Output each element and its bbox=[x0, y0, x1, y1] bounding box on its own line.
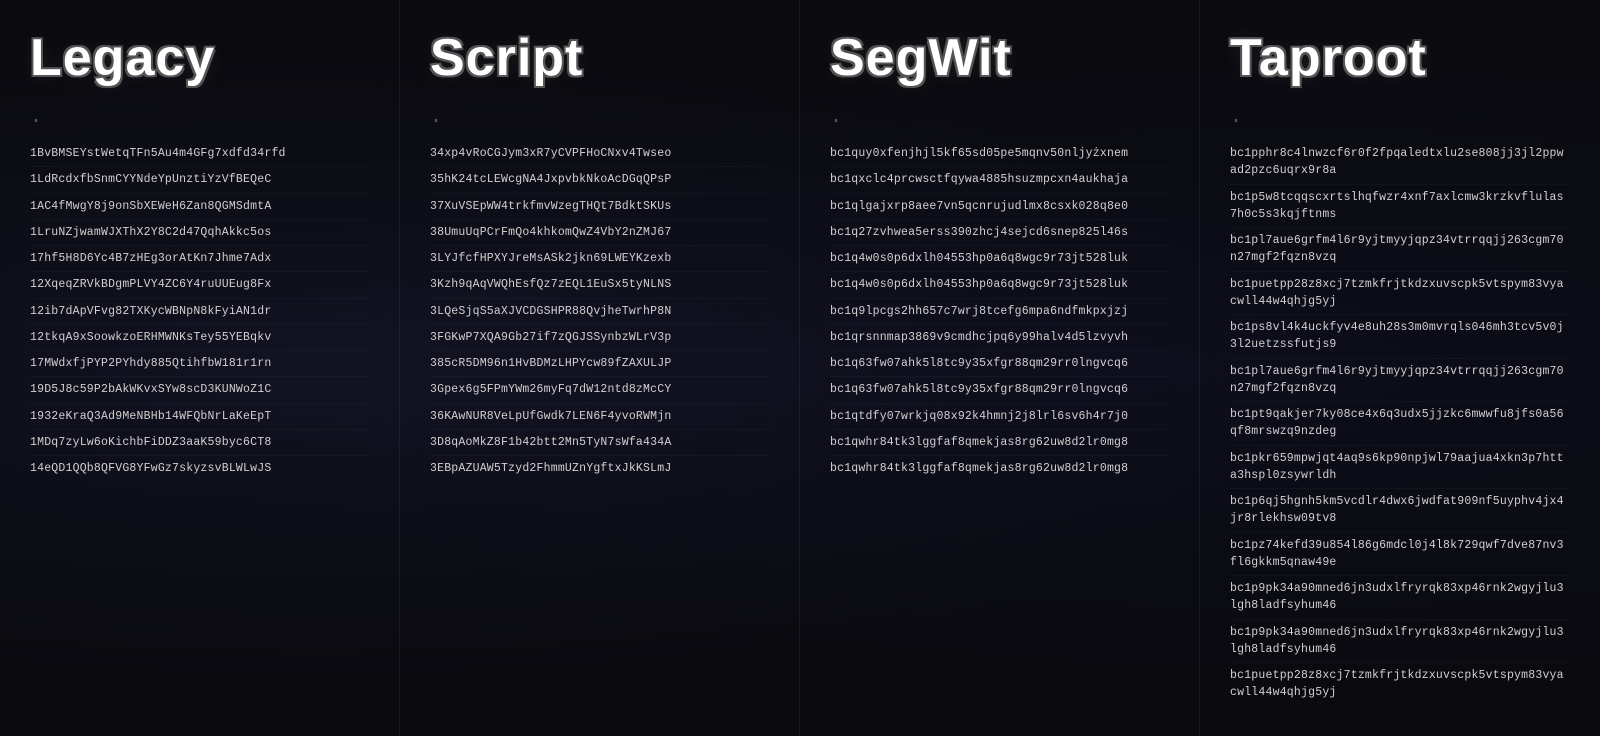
legacy-address-list: 1BvBMSEYstWetqTFn5Au4m4GFg7xdfd34rfd1LdR… bbox=[30, 141, 369, 481]
script-address-list: 34xp4vRoCGJym3xR7yCVPFHoCNxv4Twseo35hK24… bbox=[430, 141, 769, 481]
address-item: bc1qwhr84tk3lggfaf8qmekjas8rg62uw8d2lr0m… bbox=[830, 456, 1169, 481]
taproot-title-wrap: Taproot bbox=[1230, 30, 1570, 133]
address-item: bc1pl7aue6grfm4l6r9yjtmyyjqpz34vtrrqqjj2… bbox=[1230, 359, 1570, 403]
address-item: 3FGKwP7XQA9Gb27if7zQGJSSynbzWLrV3p bbox=[430, 325, 769, 351]
address-item: 38UmuUqPCrFmQo4khkomQwZ4VbY2nZMJ67 bbox=[430, 220, 769, 246]
address-item: bc1qrsnnmap3869v9cmdhcjpq6y99halv4d5lzvy… bbox=[830, 325, 1169, 351]
address-item: 19D5J8c59P2bAkWKvxSYw8scD3KUNWoZ1C bbox=[30, 377, 369, 403]
address-item: bc1quy0xfenjhjl5kf65sd05pe5mqnv50nljyżxn… bbox=[830, 141, 1169, 167]
address-item: 12tkqA9xSoowkzoERHMWNKsTey55YEBqkv bbox=[30, 325, 369, 351]
address-item: bc1qtdfy07wrkjq08x92k4hmnj2j8lrl6sv6h4r7… bbox=[830, 404, 1169, 430]
address-item: bc1qwhr84tk3lggfaf8qmekjas8rg62uw8d2lr0m… bbox=[830, 430, 1169, 456]
column-taproot: Taproot bc1pphr8c4lnwzcf6r0f2fpqaledtxlu2… bbox=[1200, 0, 1600, 736]
address-item: bc1p9pk34a90mned6jn3udxlfryrqk83xp46rnk2… bbox=[1230, 620, 1570, 664]
address-item: bc1puetpp28z8xcj7tzmkfrjtkdzxuvscpk5vtsp… bbox=[1230, 663, 1570, 706]
address-item: bc1q9lpcgs2hh657c7wrj8tcefg6mpa6ndfmkpxj… bbox=[830, 299, 1169, 325]
address-item: bc1pl7aue6grfm4l6r9yjtmyyjqpz34vtrrqqjj2… bbox=[1230, 228, 1570, 272]
column-segwit: SegWit bc1quy0xfenjhjl5kf65sd05pe5mqnv50n… bbox=[800, 0, 1200, 736]
address-item: bc1q4w0s0p6dxlh04553hp0a6q8wgc9r73jt528l… bbox=[830, 246, 1169, 272]
address-item: bc1q4w0s0p6dxlh04553hp0a6q8wgc9r73jt528l… bbox=[830, 272, 1169, 298]
address-item: 17hf5H8D6Yc4B7zHEg3orAtKn7Jhme7Adx bbox=[30, 246, 369, 272]
address-item: bc1ps8vl4k4uckfyv4e8uh28s3m0mvrqls046mh3… bbox=[1230, 315, 1570, 359]
address-item: bc1puetpp28z8xcj7tzmkfrjtkdzxuvscpk5vtsp… bbox=[1230, 272, 1570, 316]
address-item: 3EBpAZUAW5Tzyd2FhmmUZnYgftxJkKSLmJ bbox=[430, 456, 769, 481]
address-item: 17MWdxfjPYP2PYhdy885QtihfbW181r1rn bbox=[30, 351, 369, 377]
address-item: 12ib7dApVFvg82TXKycWBNpN8kFyiAN1dr bbox=[30, 299, 369, 325]
address-item: 1AC4fMwgY8j9onSbXEWeH6Zan8QGMSdmtA bbox=[30, 194, 369, 220]
address-item: 3Kzh9qAqVWQhEsfQz7zEQL1EuSx5tyNLNS bbox=[430, 272, 769, 298]
segwit-title-wrap: SegWit bbox=[830, 30, 1169, 133]
address-item: bc1p5w8tcqqscxrtslhqfwzr4xnf7axlcmw3krzk… bbox=[1230, 185, 1570, 229]
address-item: 3Gpex6g5FPmYWm26myFq7dW12ntd8zMcCY bbox=[430, 377, 769, 403]
script-title-wrap: Script bbox=[430, 30, 769, 133]
address-item: 12XqeqZRVkBDgmPLVY4ZC6Y4ruUUEug8Fx bbox=[30, 272, 369, 298]
address-item: 1MDq7zyLw6oKichbFiDDZ3aaK59byc6CT8 bbox=[30, 430, 369, 456]
address-item: 385cR5DM96n1HvBDMzLHPYcw89fZAXULJP bbox=[430, 351, 769, 377]
address-item: 1BvBMSEYstWetqTFn5Au4m4GFg7xdfd34rfd bbox=[30, 141, 369, 167]
address-item: bc1qxclc4prcwsctfqywa4885hsuzmpcxn4aukha… bbox=[830, 167, 1169, 193]
segwit-address-list: bc1quy0xfenjhjl5kf65sd05pe5mqnv50nljyżxn… bbox=[830, 141, 1169, 481]
address-item: 37XuVSEpWW4trkfmvWzegTHQt7BdktSKUs bbox=[430, 194, 769, 220]
address-item: bc1pphr8c4lnwzcf6r0f2fpqaledtxlu2se808jj… bbox=[1230, 141, 1570, 185]
taproot-title: Taproot bbox=[1230, 30, 1570, 87]
address-item: bc1pt9qakjer7ky08ce4x6q3udx5jjzkc6mwwfu8… bbox=[1230, 402, 1570, 446]
address-item: 1LruNZjwamWJXThX2Y8C2d47QqhAkkc5os bbox=[30, 220, 369, 246]
legacy-title-wrap: Legacy bbox=[30, 30, 369, 133]
column-script: Script 34xp4vRoCGJym3xR7yCVPFHoCNxv4Twseo… bbox=[400, 0, 800, 736]
address-item: bc1q27zvhwea5erss390zhcj4sejcd6snep825l4… bbox=[830, 220, 1169, 246]
address-item: 3LYJfcfHPXYJreMsASk2jkn69LWEYKzexb bbox=[430, 246, 769, 272]
segwit-title: SegWit bbox=[830, 30, 1169, 87]
address-item: 34xp4vRoCGJym3xR7yCVPFHoCNxv4Twseo bbox=[430, 141, 769, 167]
taproot-address-list: bc1pphr8c4lnwzcf6r0f2fpqaledtxlu2se808jj… bbox=[1230, 141, 1570, 706]
address-item: 3LQeSjqS5aXJVCDGSHPR88QvjheTwrhP8N bbox=[430, 299, 769, 325]
column-legacy: Legacy 1BvBMSEYstWetqTFn5Au4m4GFg7xdfd34r… bbox=[0, 0, 400, 736]
address-item: bc1p6qj5hgnh5km5vcdlr4dwx6jwdfat909nf5uy… bbox=[1230, 489, 1570, 533]
address-item: 1932eKraQ3Ad9MeNBHb14WFQbNrLaKeEpT bbox=[30, 404, 369, 430]
script-title: Script bbox=[430, 30, 769, 87]
address-item: bc1pz74kefd39u854l86g6mdcl0j4l8k729qwf7d… bbox=[1230, 533, 1570, 577]
address-item: bc1q63fw07ahk5l8tc9y35xfgr88qm29rr0lngvc… bbox=[830, 377, 1169, 403]
legacy-title: Legacy bbox=[30, 30, 369, 87]
address-item: 35hK24tcLEWcgNA4JxpvbkNkoAcDGqQPsP bbox=[430, 167, 769, 193]
address-item: 3D8qAoMkZ8F1b42btt2Mn5TyN7sWfa434A bbox=[430, 430, 769, 456]
address-item: 36KAwNUR8VeLpUfGwdk7LEN6F4yvoRWMjn bbox=[430, 404, 769, 430]
main-grid: Legacy 1BvBMSEYstWetqTFn5Au4m4GFg7xdfd34r… bbox=[0, 0, 1600, 736]
address-item: bc1qlgajxrp8aee7vn5qcnrujudlmx8csxk028q8… bbox=[830, 194, 1169, 220]
address-item: bc1p9pk34a90mned6jn3udxlfryrqk83xp46rnk2… bbox=[1230, 576, 1570, 620]
address-item: bc1pkr659mpwjqt4aq9s6kp90npjwl79aajua4xk… bbox=[1230, 446, 1570, 490]
address-item: 14eQD1QQb8QFVG8YFwGz7skyzsvBLWLwJS bbox=[30, 456, 369, 481]
address-item: bc1q63fw07ahk5l8tc9y35xfgr88qm29rr0lngvc… bbox=[830, 351, 1169, 377]
address-item: 1LdRcdxfbSnmCYYNdeYpUnztiYzVfBEQeC bbox=[30, 167, 369, 193]
